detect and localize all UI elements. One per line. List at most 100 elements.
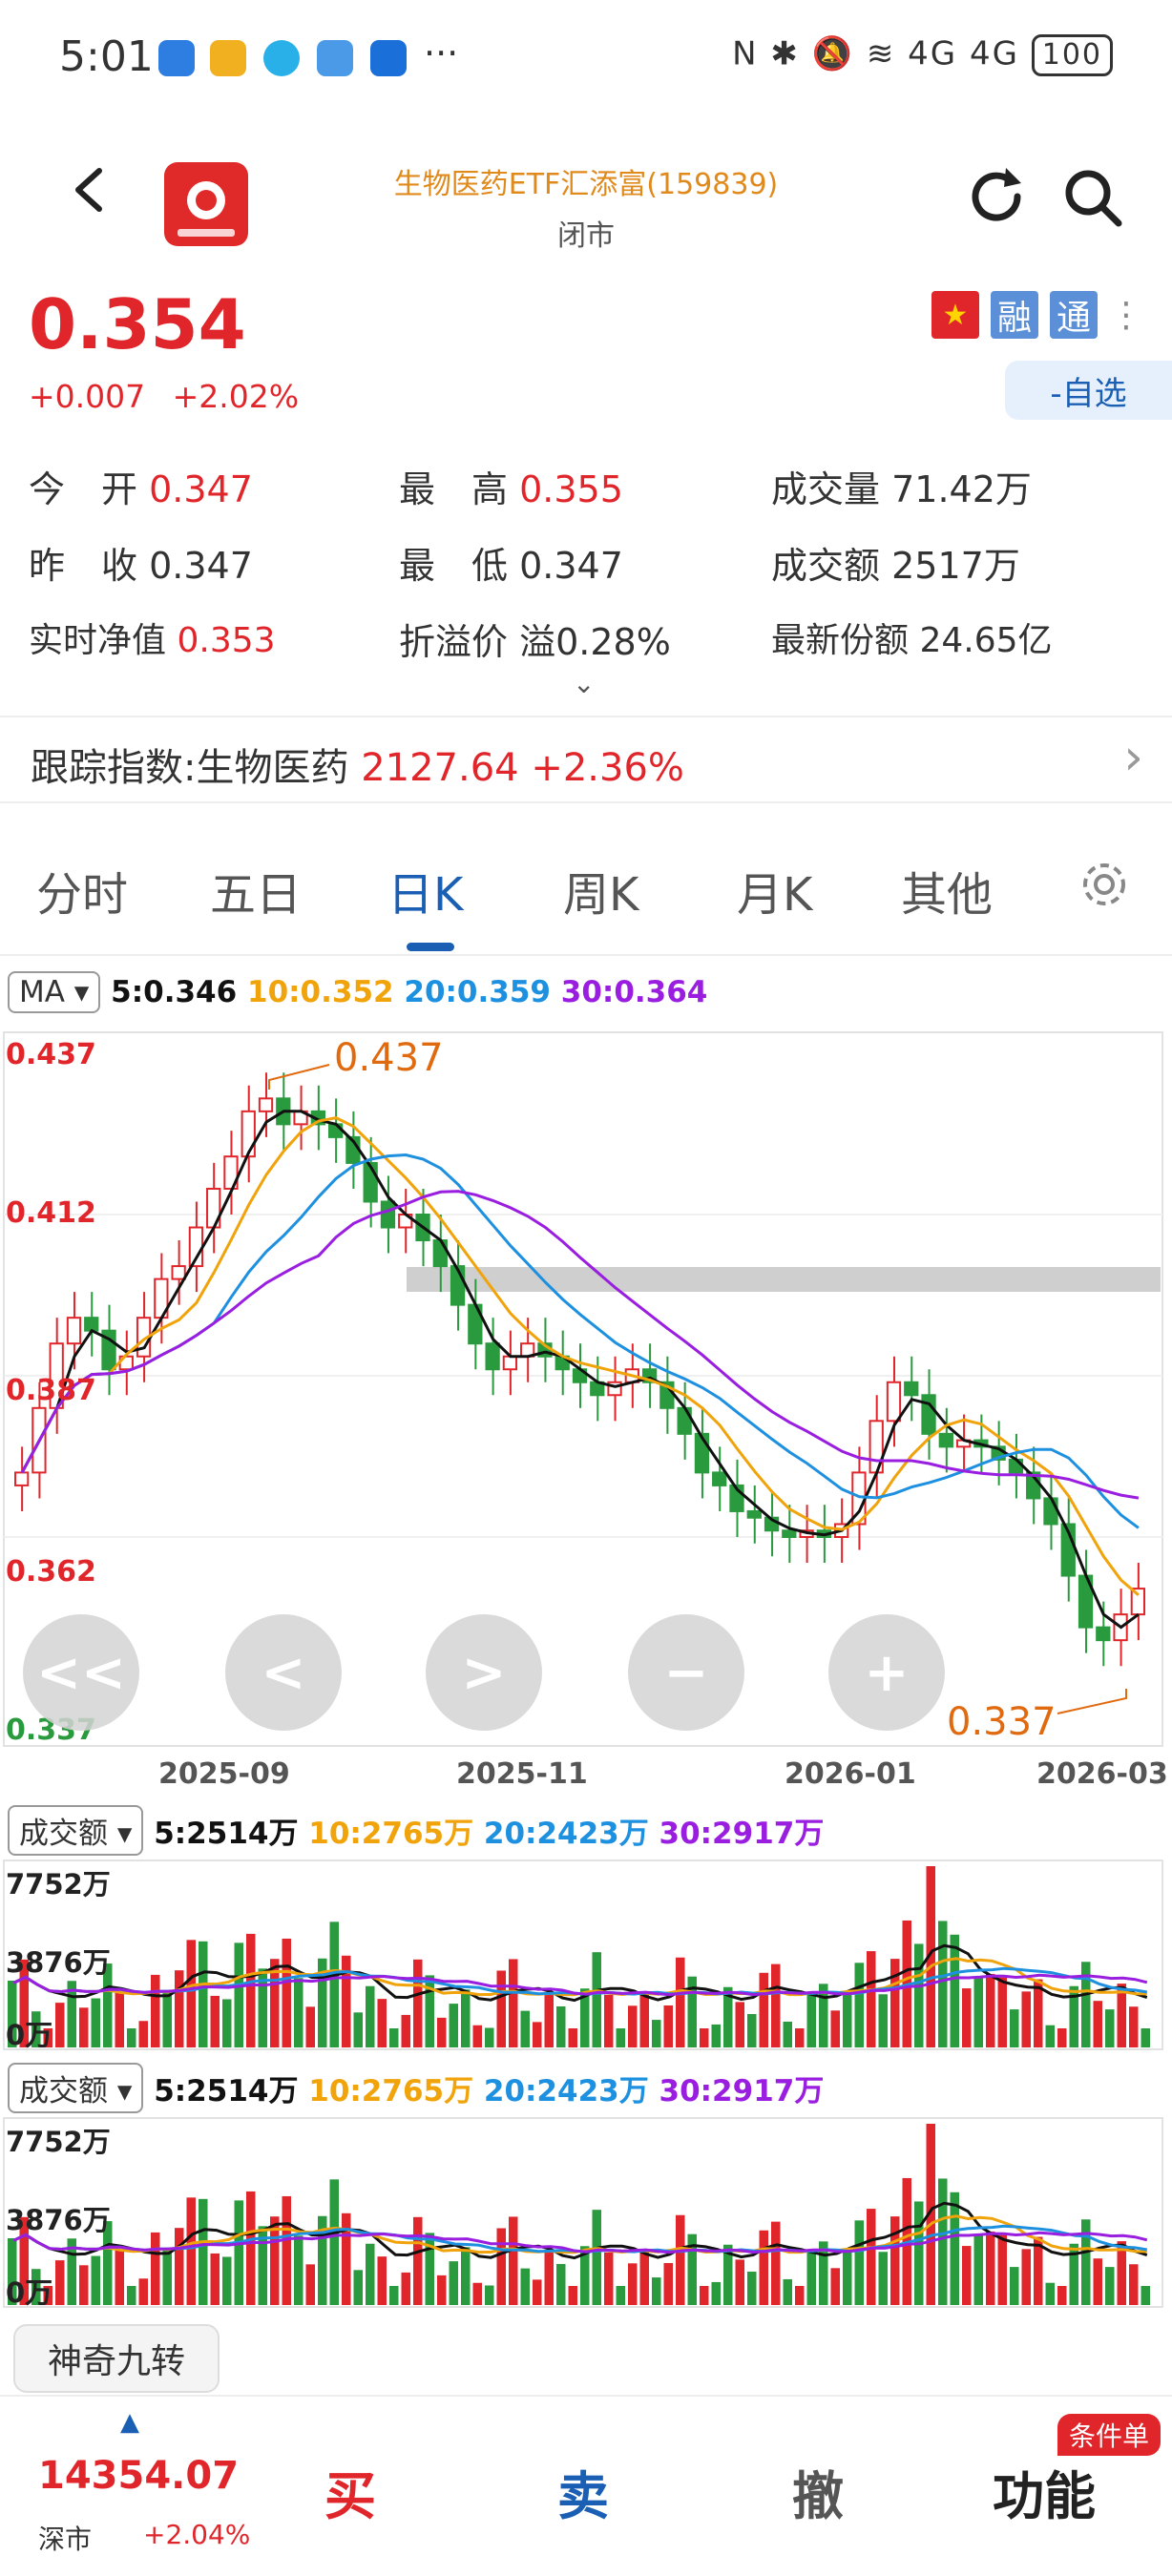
zoom-in-button[interactable]: + [828, 1614, 945, 1731]
volume-bar [938, 1921, 948, 2047]
volume-bar [973, 1977, 983, 2047]
volume-bar [472, 2282, 482, 2305]
candle [746, 1509, 762, 1519]
tracking-pct: +2.36% [531, 746, 684, 790]
volume-bar [151, 1974, 160, 2047]
more-notifications-icon: ··· [424, 32, 459, 74]
expand-up-icon[interactable]: ▲ [120, 2408, 139, 2437]
connect-badge[interactable]: 通 [1050, 291, 1098, 339]
settings-gear-icon[interactable] [1077, 857, 1132, 912]
sell-button[interactable]: 卖 [557, 2454, 609, 2529]
volume-bar [854, 2220, 864, 2305]
volume-bar [472, 2025, 482, 2047]
volume-bar [138, 2278, 148, 2305]
browser-notification-icon [263, 40, 300, 76]
volume-bar [783, 2021, 792, 2047]
volume-bar [1129, 2264, 1139, 2305]
volume-bar [914, 1943, 924, 2047]
volume-bar [496, 1970, 506, 2047]
volume-bar [628, 2005, 638, 2047]
volume-bar [795, 2286, 805, 2305]
volume-bar [496, 2228, 506, 2305]
function-button[interactable]: 功能 [993, 2454, 1096, 2529]
volume-bar [556, 2263, 566, 2305]
quote-prev-close: 昨 收 0.347 [29, 545, 253, 587]
volume-bar [878, 1994, 888, 2047]
more-icon[interactable]: ⋮ [1109, 296, 1143, 335]
volume-bar [592, 1952, 601, 2047]
tab-5day[interactable]: 五日 [210, 857, 302, 924]
volume-bar [115, 2250, 124, 2305]
volume-chart-1[interactable] [0, 1859, 1172, 2051]
tab-daily[interactable]: 日K [387, 857, 463, 924]
cancel-button[interactable]: 撤 [792, 2454, 844, 2529]
zoom-out-button[interactable]: − [628, 1614, 744, 1731]
chevron-right-icon: › [1123, 729, 1143, 786]
magic-nine-button[interactable]: 神奇九转 [13, 2324, 220, 2393]
volume-bar [986, 1973, 995, 2047]
tab-other[interactable]: 其他 [901, 857, 993, 924]
candle [782, 1529, 797, 1538]
volume-bar [353, 2270, 363, 2305]
volume-bar [544, 2250, 554, 2305]
scroll-far-left-button[interactable]: << [23, 1614, 139, 1731]
quote-shares: 最新份额 24.65亿 [771, 621, 1053, 660]
china-flag-icon: ★ [931, 291, 979, 339]
volume-bar [449, 2004, 458, 2047]
volume-bar [783, 2278, 792, 2305]
ma5-line [20, 1110, 1140, 1630]
refresh-icon[interactable] [964, 164, 1029, 229]
volume-bar [246, 1933, 256, 2047]
candle [171, 1265, 186, 1280]
tab-weekly[interactable]: 周K [563, 857, 638, 924]
margin-badge[interactable]: 融 [991, 291, 1038, 339]
volume-bar [544, 1992, 554, 2047]
volume-bar [222, 1999, 232, 2047]
candle [327, 1123, 344, 1138]
volume-bar [1010, 2009, 1019, 2047]
volume-bar [556, 2005, 566, 2047]
tracking-index-row[interactable]: 跟踪指数:生物医药 2127.64 +2.36% › [0, 716, 1172, 803]
high-marker-line [268, 1064, 330, 1090]
app2-notification-icon [317, 40, 353, 76]
quote-turnover: 成交额 2517万 [771, 545, 1020, 587]
volume-bar [962, 1988, 972, 2047]
y-tick-3: 0.362 [6, 1555, 96, 1589]
tab-monthly[interactable]: 月K [737, 857, 812, 924]
volume-bar [890, 2216, 900, 2305]
volume-bar [1093, 2258, 1102, 2305]
vol1-tick-2: 0万 [6, 2019, 53, 2051]
volume-chart-2[interactable] [0, 2116, 1172, 2309]
volume-bar [1141, 2286, 1150, 2305]
vol2-tick-2: 0万 [6, 2276, 53, 2309]
watchlist-button[interactable]: -自选 [1005, 361, 1172, 420]
kline-chart[interactable] [0, 1030, 1172, 1748]
volume-bar [138, 2021, 148, 2047]
volume-bar [830, 2268, 840, 2305]
volume-bar [806, 1994, 816, 2047]
candle [886, 1381, 902, 1423]
quote-volume: 成交量 71.42万 [771, 468, 1032, 510]
tab-intraday[interactable]: 分时 [36, 857, 128, 924]
volume-bar [1010, 2267, 1019, 2305]
search-icon[interactable] [1059, 164, 1124, 229]
volume-bar [1021, 2249, 1031, 2305]
buy-button[interactable]: 买 [324, 2454, 376, 2529]
price-range-band [407, 1267, 1161, 1292]
scroll-right-button[interactable]: > [426, 1614, 542, 1731]
scroll-left-button[interactable]: < [225, 1614, 342, 1731]
ma5-value: 5:0.346 [111, 975, 238, 1009]
volume-bar [616, 2286, 625, 2305]
volume-bar [878, 2252, 888, 2305]
volume-bar [329, 1922, 339, 2047]
conditional-order-badge[interactable]: 条件单 [1057, 2414, 1162, 2456]
volume-selector-1[interactable]: 成交额 ▾ [8, 1805, 144, 1856]
ma-selector[interactable]: MA ▾ [8, 971, 101, 1013]
volume-selector-2[interactable]: 成交额 ▾ [8, 2063, 144, 2113]
expand-chevron-icon[interactable]: ⌄ [573, 668, 595, 699]
change-percent: +2.02% [172, 378, 300, 415]
volume-bar [700, 2286, 709, 2305]
index-name: 深市 [38, 2524, 93, 2555]
index-value[interactable]: 14354.07 [38, 2454, 239, 2498]
volume-bar [366, 1985, 375, 2047]
